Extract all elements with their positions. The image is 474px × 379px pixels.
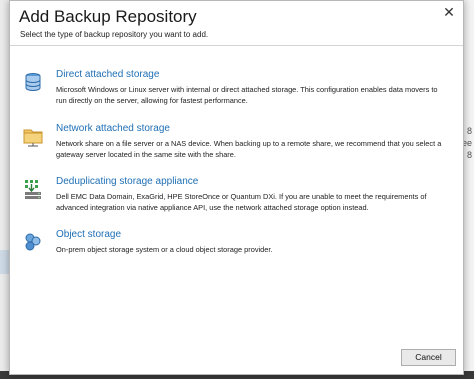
option-title[interactable]: Deduplicating storage appliance <box>56 176 198 187</box>
dialog-subtitle: Select the type of backup repository you… <box>20 30 209 39</box>
cancel-button[interactable]: Cancel <box>401 349 456 366</box>
background-text-fragment: 8 <box>466 126 472 136</box>
option-network-attached-storage[interactable]: Network attached storage Network share o… <box>22 123 442 167</box>
network-folder-icon <box>22 125 44 147</box>
close-button[interactable]: ✕ <box>441 4 457 20</box>
background-text-fragment: 8 <box>466 150 472 160</box>
option-description: Network share on a file server or a NAS … <box>56 139 442 159</box>
option-deduplicating-storage-appliance[interactable]: Deduplicating storage appliance Dell EMC… <box>22 176 442 220</box>
add-backup-repository-dialog: Add Backup Repository Select the type of… <box>9 0 464 375</box>
option-direct-attached-storage[interactable]: Direct attached storage Microsoft Window… <box>22 69 442 113</box>
dialog-header: Add Backup Repository Select the type of… <box>10 1 463 46</box>
object-storage-icon <box>22 231 44 253</box>
option-description: Microsoft Windows or Linux server with i… <box>56 85 438 105</box>
dialog-footer: Cancel <box>10 338 463 374</box>
option-title[interactable]: Network attached storage <box>56 123 170 134</box>
option-description: Dell EMC Data Domain, ExaGrid, HPE Store… <box>56 192 427 212</box>
option-description: On-prem object storage system or a cloud… <box>56 245 273 254</box>
close-icon: ✕ <box>443 4 455 20</box>
option-object-storage[interactable]: Object storage On-prem object storage sy… <box>22 229 442 261</box>
dialog-title: Add Backup Repository <box>19 7 197 26</box>
dedup-appliance-icon <box>22 178 44 200</box>
option-title[interactable]: Direct attached storage <box>56 69 159 80</box>
option-title[interactable]: Object storage <box>56 229 121 240</box>
database-icon <box>22 71 44 93</box>
